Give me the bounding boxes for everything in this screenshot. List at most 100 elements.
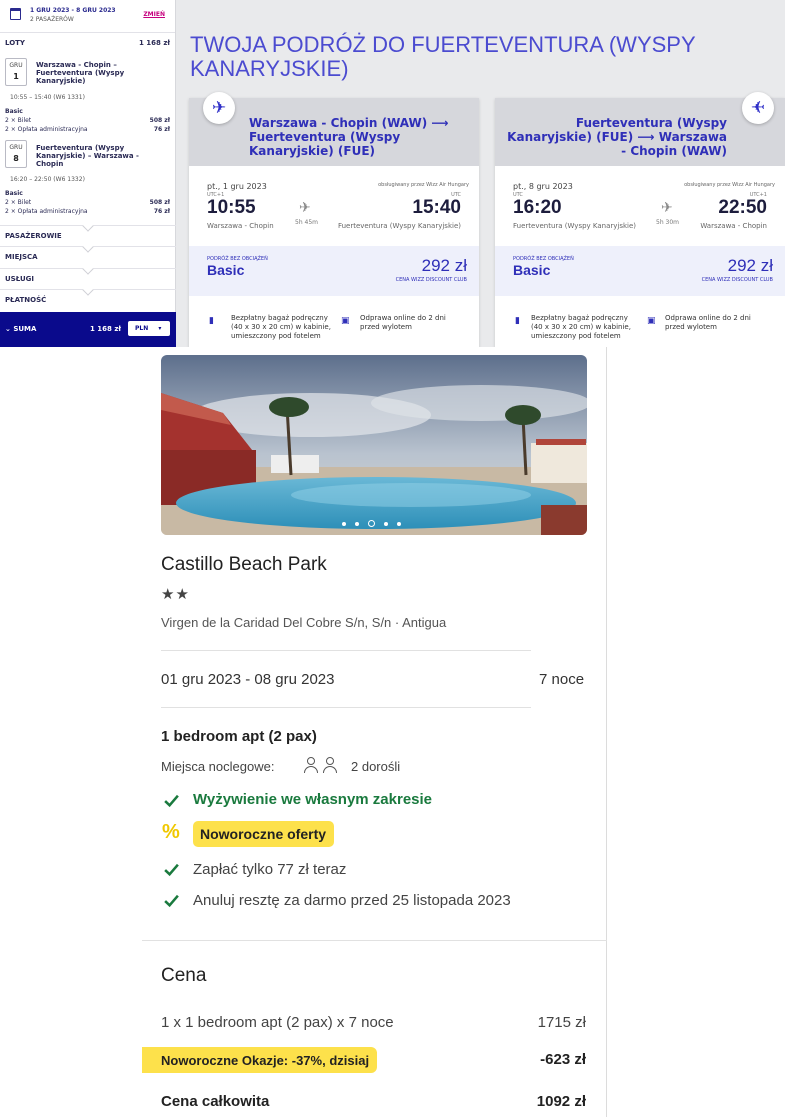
beds-label: Miejsca noclegowe: bbox=[161, 759, 275, 774]
fare-club: CENA WIZZ DISCOUNT CLUB bbox=[701, 277, 773, 283]
adults-count: 2 dorośli bbox=[351, 759, 401, 774]
flight-duration: 5h 30m bbox=[656, 219, 680, 226]
divider bbox=[142, 940, 607, 941]
section-payment[interactable]: PŁATNOŚĆ bbox=[0, 284, 176, 310]
outbound-date-box: GRU 1 bbox=[5, 58, 27, 86]
inbound-fee: 2 × Opłata administracyjna bbox=[5, 208, 88, 215]
trip-summary-header: 1 GRU 2023 - 8 GRU 2023 2 PASAŻERÓW ZMIE… bbox=[0, 0, 175, 33]
inbound-fare: Basic bbox=[5, 190, 23, 197]
hotel-name[interactable]: Castillo Beach Park bbox=[161, 554, 327, 576]
inbound-date-box: GRU 8 bbox=[5, 140, 27, 168]
flight-operator: obsługiwany przez Wizz Air Hungary bbox=[684, 182, 775, 188]
flight-date: pt., 1 gru 2023 bbox=[207, 182, 267, 191]
section-payment-label: PŁATNOŚĆ bbox=[5, 296, 47, 304]
checkin-info: Odprawa online do 2 dni przed wylotem bbox=[360, 314, 446, 331]
flight-operator: obsługiwany przez Wizz Air Hungary bbox=[378, 182, 469, 188]
price-line-value: 1715 zł bbox=[537, 1014, 586, 1031]
fare-name: Basic bbox=[207, 262, 245, 278]
carousel-dot[interactable] bbox=[397, 521, 401, 526]
arr-time: 22:50 bbox=[718, 197, 767, 218]
inbound-plane-icon: ✈ bbox=[742, 92, 774, 124]
dep-airport: Fuerteventura (Wyspy Kanaryjskie) bbox=[513, 222, 637, 230]
arr-airport: Fuerteventura (Wyspy Kanaryjskie) bbox=[337, 222, 461, 230]
inbound-time: 16:20 – 22:50 (W6 1332) bbox=[10, 176, 85, 183]
flight-route: Fuerteventura (Wyspy Kanaryjskie) (FUE) … bbox=[507, 116, 727, 158]
carousel-indicators bbox=[342, 515, 410, 533]
caret-down-icon: ▾ bbox=[158, 325, 162, 332]
outbound-fee: 2 × Opłata administracyjna bbox=[5, 126, 88, 133]
outbound-route: Warszawa - Chopin – Fuerteventura (Wyspy… bbox=[36, 61, 125, 85]
plane-icon: ✈ bbox=[661, 200, 673, 216]
arr-time: 15:40 bbox=[412, 197, 461, 218]
sum-label-text: SUMA bbox=[13, 325, 37, 333]
promo-badge: Noworoczne oferty bbox=[193, 821, 335, 847]
outbound-ticket-price: 508 zł bbox=[149, 117, 170, 124]
sum-bar[interactable]: ⌄ SUMA 1 168 zł PLN ▾ bbox=[0, 312, 176, 347]
sum-label: ⌄ SUMA bbox=[5, 325, 37, 333]
inbound-ticket-row: 2 × Bilet 508 zł bbox=[5, 199, 170, 206]
hotel-card: Castillo Beach Park ★★ Virgen de la Cari… bbox=[142, 347, 607, 1117]
person-icon bbox=[304, 757, 318, 773]
flights-label: LOTY bbox=[5, 39, 26, 47]
hotel-photo bbox=[161, 355, 587, 535]
dep-time: 10:55 bbox=[207, 197, 256, 218]
dep-time: 16:20 bbox=[513, 197, 562, 218]
passenger-count: 2 PASAŻERÓW bbox=[30, 16, 74, 23]
inbound-fee-price: 76 zł bbox=[153, 208, 170, 215]
discount-value: -623 zł bbox=[540, 1051, 586, 1068]
fare-price: 292 zł bbox=[421, 256, 467, 275]
check-icon bbox=[163, 861, 179, 877]
sum-value: 1 168 zł bbox=[90, 325, 122, 333]
total-label: Cena całkowita bbox=[161, 1093, 270, 1110]
outbound-month: GRU bbox=[9, 62, 23, 69]
inbound-month: GRU bbox=[9, 144, 23, 151]
booking-summary-sidebar: 1 GRU 2023 - 8 GRU 2023 2 PASAŻERÓW ZMIE… bbox=[0, 0, 176, 347]
flights-total: 1 168 zł bbox=[138, 39, 170, 47]
chevron-down-icon bbox=[82, 220, 94, 232]
flights-section-header[interactable]: LOTY 1 168 zł bbox=[5, 39, 170, 47]
checkin-info: Odprawa online do 2 dni przed wylotem bbox=[665, 314, 751, 331]
flight-duration: 5h 45m bbox=[295, 219, 319, 226]
pay-now-info: Zapłać tylko 77 zł teraz bbox=[193, 861, 347, 878]
percent-icon: % bbox=[162, 821, 180, 843]
hotel-photo-carousel[interactable] bbox=[161, 355, 587, 535]
fare-price: 292 zł bbox=[727, 256, 773, 275]
stay-dates: 01 gru 2023 - 08 gru 2023 bbox=[161, 671, 335, 688]
outbound-fee-price: 76 zł bbox=[153, 126, 170, 133]
carousel-dot[interactable] bbox=[355, 521, 359, 526]
bag-icon: ▮ bbox=[209, 316, 214, 326]
room-type: 1 bedroom apt (2 pax) bbox=[161, 728, 317, 745]
trip-dates: 1 GRU 2023 - 8 GRU 2023 bbox=[30, 7, 116, 14]
total-value: 1092 zł bbox=[536, 1093, 586, 1110]
divider bbox=[161, 650, 531, 651]
calendar-2-icon: ▣ bbox=[647, 316, 656, 326]
inbound-flight-card: Fuerteventura (Wyspy Kanaryjskie) (FUE) … bbox=[495, 98, 785, 347]
arr-airport: Warszawa - Chopin bbox=[700, 222, 767, 230]
inbound-fee-row: 2 × Opłata administracyjna 76 zł bbox=[5, 208, 170, 215]
currency-select[interactable]: PLN ▾ bbox=[128, 321, 170, 336]
flight-date: pt., 8 gru 2023 bbox=[513, 182, 573, 191]
currency-value: PLN bbox=[135, 325, 149, 332]
price-heading: Cena bbox=[161, 965, 207, 986]
discount-badge: Noworoczne Okazje: -37%, dzisiaj bbox=[142, 1047, 377, 1073]
price-line-label: 1 x 1 bedroom apt (2 pax) x 7 noce bbox=[161, 1014, 394, 1031]
change-button[interactable]: ZMIEŃ bbox=[143, 11, 165, 18]
outbound-plane-icon: ✈ bbox=[203, 92, 235, 124]
carousel-dot[interactable] bbox=[384, 521, 388, 526]
carousel-dot-active[interactable] bbox=[368, 520, 375, 528]
calendar-2-icon: ▣ bbox=[341, 316, 350, 326]
stay-nights: 7 noce bbox=[539, 671, 585, 688]
trip-title: TWOJA PODRÓŻ DO FUERTEVENTURA (WYSPY KAN… bbox=[190, 32, 696, 81]
inbound-ticket: 2 × Bilet bbox=[5, 199, 32, 206]
fare-name: Basic bbox=[513, 262, 551, 278]
plane-icon: ✈ bbox=[299, 200, 311, 216]
outbound-ticket: 2 × Bilet bbox=[5, 117, 32, 124]
check-icon bbox=[163, 892, 179, 908]
free-cancel-info: Anuluj resztę za darmo przed 25 listopad… bbox=[193, 892, 511, 909]
section-services-label: USŁUGI bbox=[5, 275, 35, 283]
calendar-icon bbox=[10, 8, 21, 20]
carousel-dot[interactable] bbox=[342, 521, 346, 526]
fare-club: CENA WIZZ DISCOUNT CLUB bbox=[395, 277, 467, 283]
board-type: Wyżywienie we własnym zakresie bbox=[193, 791, 433, 808]
outbound-flight-card: Warszawa - Chopin (WAW) ⟶ Fuerteventura … bbox=[189, 98, 479, 347]
